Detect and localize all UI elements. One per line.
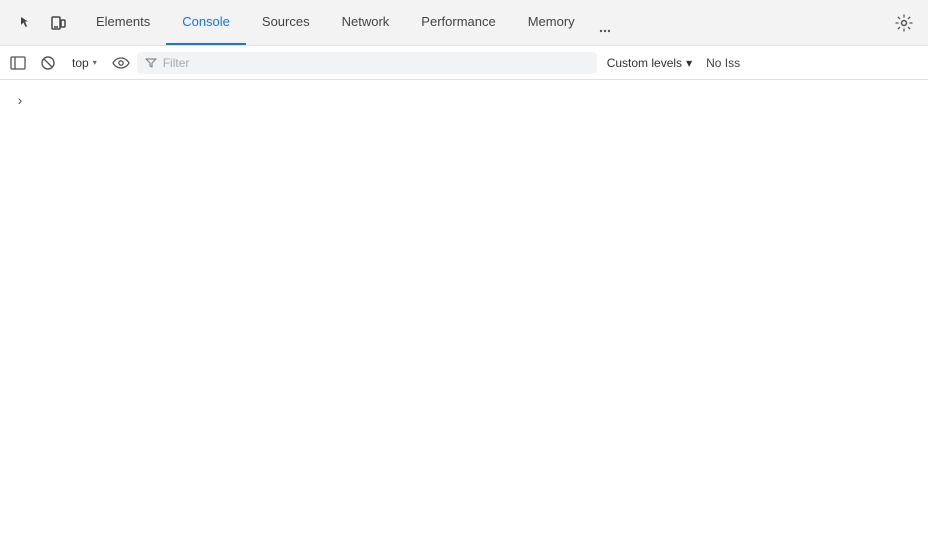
console-toolbar: top ▾ Custom levels ▾ No Iss <box>0 46 928 80</box>
context-selector-button[interactable]: top ▾ <box>64 51 105 75</box>
tab-performance[interactable]: Performance <box>405 0 511 45</box>
chevron-down-icon: ▾ <box>93 58 97 67</box>
filter-input-wrap <box>137 52 597 74</box>
filter-input[interactable] <box>163 56 589 70</box>
tab-memory[interactable]: Memory <box>512 0 591 45</box>
live-expressions-button[interactable] <box>107 51 135 75</box>
clear-console-button[interactable] <box>34 51 62 75</box>
custom-levels-button[interactable]: Custom levels ▾ <box>599 51 700 75</box>
more-tabs-button[interactable] <box>591 17 619 45</box>
tab-bar: Elements Console Sources Network Perform… <box>0 0 928 46</box>
filter-icon <box>145 57 157 69</box>
tab-network[interactable]: Network <box>326 0 406 45</box>
tab-sources[interactable]: Sources <box>246 0 326 45</box>
no-issues-label: No Iss <box>702 56 744 70</box>
custom-levels-label: Custom levels <box>607 56 682 70</box>
device-toolbar-button[interactable] <box>44 9 72 37</box>
settings-button[interactable] <box>888 7 920 39</box>
context-label: top <box>72 56 89 70</box>
console-area: › <box>0 80 928 534</box>
tab-console[interactable]: Console <box>166 0 246 45</box>
chevron-down-icon-levels: ▾ <box>686 56 692 70</box>
toggle-sidebar-button[interactable] <box>4 51 32 75</box>
expand-prompt-button[interactable]: › <box>10 90 30 110</box>
tab-bar-left-icons <box>4 9 80 37</box>
tab-list: Elements Console Sources Network Perform… <box>80 0 888 45</box>
tab-elements[interactable]: Elements <box>80 0 166 45</box>
inspect-element-button[interactable] <box>12 9 40 37</box>
